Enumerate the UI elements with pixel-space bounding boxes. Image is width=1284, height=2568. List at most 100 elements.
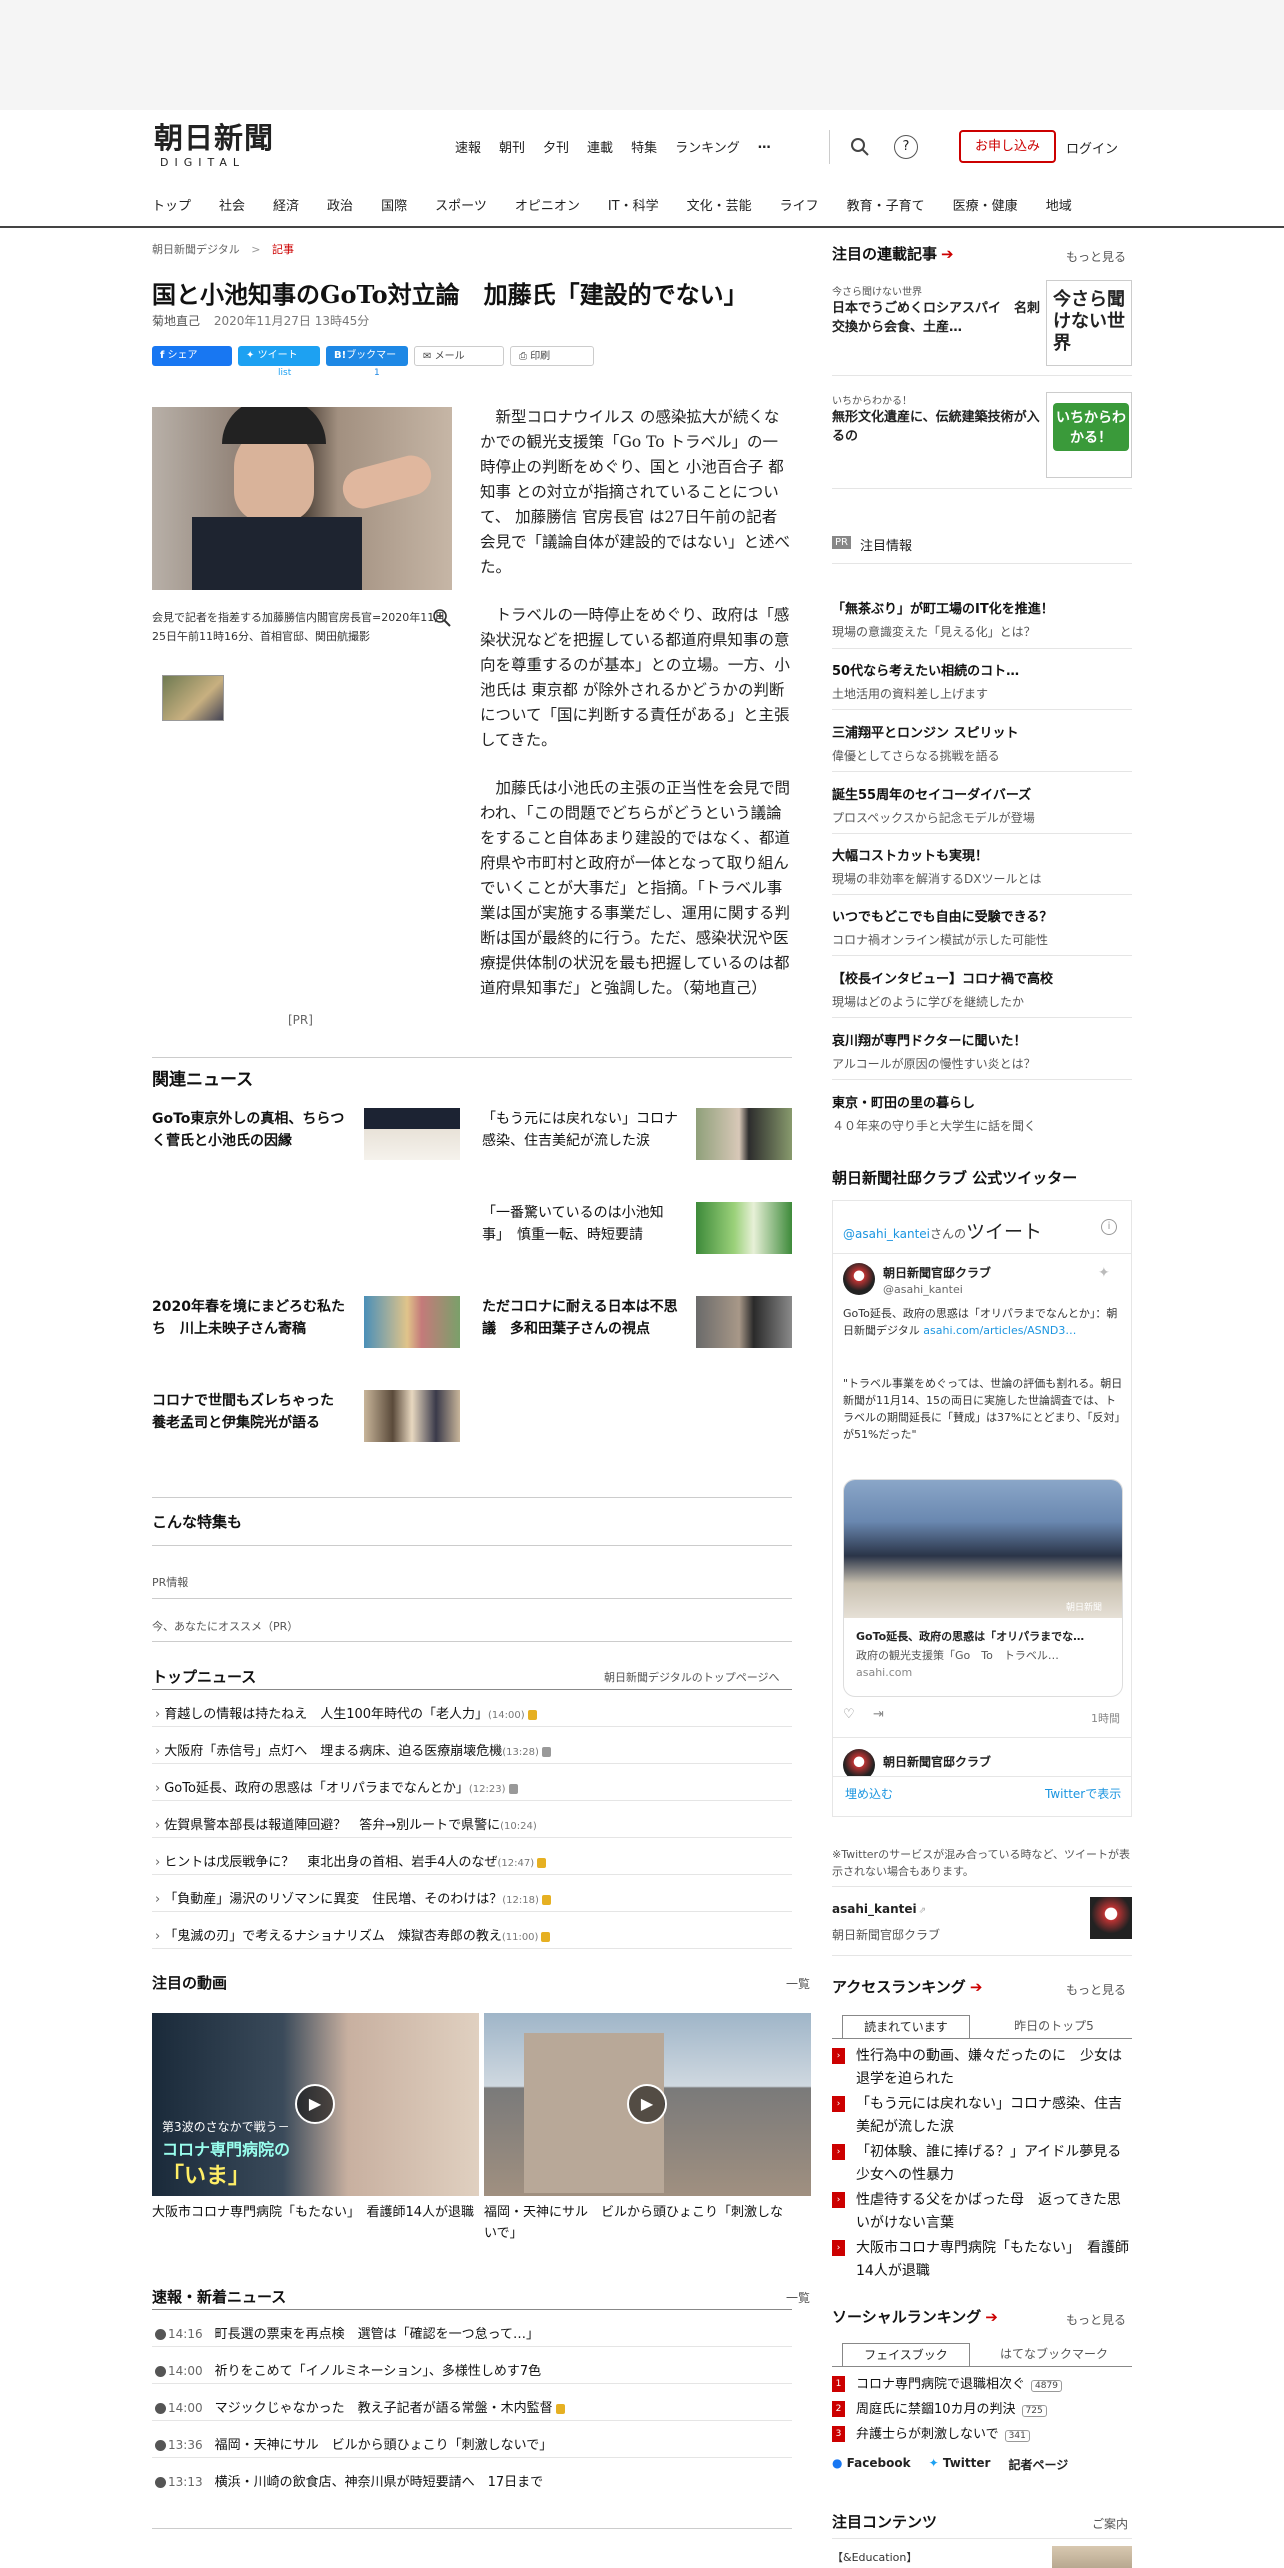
cat-education[interactable]: 教育・子育て bbox=[847, 195, 925, 214]
topnews-item[interactable]: › 育越しの情報は持たねえ 人生100年時代の「老人力」(14:00) bbox=[155, 1703, 537, 1722]
more-icon[interactable]: … bbox=[758, 137, 771, 156]
ranking-item[interactable]: › 「初体験、誰に捧げる？」アイドル夢見る少女への性暴力 bbox=[832, 2141, 1132, 2187]
tweet-card[interactable]: 朝日新聞 GoTo延長、政府の思惑は「オリパラまでな… 政府の観光支援策「Go … bbox=[843, 1479, 1123, 1697]
news-item[interactable]: 14:00 マジックじゃなかった 教え子記者が語る常盤・木内監督 bbox=[155, 2397, 565, 2416]
related-link[interactable]: 「もう元には戻れない」コロナ感染、住吉美紀が流した涙 bbox=[482, 1108, 682, 1152]
topnews-item[interactable]: › 佐賀県警本部長は報道陣回避？ 答弁→別ルートで県警に(10:24) bbox=[155, 1814, 537, 1833]
related-image[interactable] bbox=[364, 1108, 460, 1160]
topnews-item[interactable]: › 「負動産」湯沢のリゾマンに異変 住民増、そのわけは？(12:18) bbox=[155, 1888, 551, 1907]
avatar[interactable] bbox=[843, 1749, 875, 1776]
cat-sports[interactable]: スポーツ bbox=[435, 195, 487, 214]
related-link[interactable]: ただコロナに耐える日本は不思議 多和田葉子さんの視点 bbox=[482, 1296, 682, 1340]
timeline-handle[interactable]: @asahi_kantei bbox=[843, 1227, 930, 1241]
cat-economy[interactable]: 経済 bbox=[273, 195, 299, 214]
pr-item[interactable]: 「無茶ぶり」が町工場のIT化を推進！ 現場の意識変えた「見える化」とは？ bbox=[832, 598, 1132, 640]
tab-most-read[interactable]: 読まれています bbox=[842, 2015, 970, 2039]
cat-politics[interactable]: 政治 bbox=[327, 195, 353, 214]
help-icon[interactable]: ? bbox=[894, 135, 918, 159]
facebook-share-button[interactable]: f シェア bbox=[152, 346, 232, 366]
tab-facebook[interactable]: フェイスブック bbox=[842, 2343, 970, 2367]
pr-item[interactable]: 三浦翔平とロンジン スピリット 偉優としてさらなる挑戦を語る bbox=[832, 722, 1132, 764]
pr-item[interactable]: 【校長インタビュー】コロナ禍で高校 現場はどのように学びを継続したか bbox=[832, 968, 1132, 1010]
nav-evening[interactable]: 夕刊 bbox=[543, 137, 569, 156]
breaking-more-link[interactable]: 一覧 bbox=[786, 2289, 810, 2306]
tweet-author-name[interactable]: 朝日新聞官邸クラブ bbox=[883, 1753, 991, 1770]
news-item[interactable]: 13:13 横浜・川崎の飲食店、神奈川県が時短要請へ 17日まで bbox=[155, 2471, 543, 2490]
videos-more-link[interactable]: 一覧 bbox=[786, 1975, 810, 1992]
account-handle[interactable]: asahi_kantei ⇗ bbox=[832, 1902, 926, 1916]
cat-opinion[interactable]: オピニオン bbox=[515, 195, 580, 214]
related-image[interactable] bbox=[696, 1202, 792, 1254]
nav-feature[interactable]: 特集 bbox=[631, 137, 657, 156]
contents-guide-link[interactable]: ご案内 bbox=[1092, 2515, 1128, 2532]
nav-morning[interactable]: 朝刊 bbox=[499, 137, 525, 156]
twitter-timeline[interactable]: @asahi_kanteiさんのツイート i 朝日新聞官邸クラブ @asahi_… bbox=[832, 1200, 1132, 1777]
ranking-item[interactable]: › 大阪市コロナ専門病院「もたない」 看護師14人が退職 bbox=[832, 2237, 1132, 2283]
breadcrumb-current[interactable]: 記事 bbox=[272, 243, 294, 256]
info-icon[interactable]: i bbox=[1101, 1219, 1117, 1235]
news-item[interactable]: 14:00 祈りをこめて「イノルミネーション」、多様性しめす7色 bbox=[155, 2360, 541, 2379]
video-thumbnail[interactable]: ▶ bbox=[484, 2013, 811, 2196]
twitter-link[interactable]: ✦ Twitter bbox=[929, 2456, 991, 2473]
news-item[interactable]: 13:36 福岡・天神にサル ビルから頭ひょこり「刺激しないで」 bbox=[155, 2434, 552, 2453]
breadcrumb-home[interactable]: 朝日新聞デジタル bbox=[152, 243, 240, 256]
series-title[interactable]: 無形文化遺産に、伝統建築技術が入るの bbox=[832, 408, 1044, 446]
related-link[interactable]: 「一番驚いているのは小池知事」 慎重一転、時短要請 bbox=[482, 1202, 682, 1246]
topnews-item[interactable]: › GoTo延長、政府の思惑は「オリパラまでなんとか」(12:23) bbox=[155, 1777, 518, 1796]
tweet-author-handle[interactable]: @asahi_kantei bbox=[883, 1283, 963, 1296]
nav-breaking[interactable]: 速報 bbox=[455, 137, 481, 156]
series-badge[interactable]: 今さら聞けない世界 bbox=[1046, 280, 1132, 366]
pr-item[interactable]: 哀川翔が専門ドクターに聞いた！ アルコールが原因の慢性すい炎とは？ bbox=[832, 1030, 1132, 1072]
print-button[interactable]: ⎙ 印刷 bbox=[510, 346, 594, 366]
video-caption[interactable]: 福岡・天神にサル ビルから頭ひょこり「刺激しないで」 bbox=[484, 2202, 794, 2244]
tweet-count[interactable]: list bbox=[278, 368, 291, 378]
pr-item[interactable]: 50代なら考えたい相続のコト… 土地活用の資料差し上げます bbox=[832, 660, 1132, 702]
nav-series[interactable]: 連載 bbox=[587, 137, 613, 156]
pr-item[interactable]: 大幅コストカットも実現！ 現場の非効率を解消するDXツールとは bbox=[832, 845, 1132, 887]
related-link[interactable]: GoTo東京外しの真相、ちらつく菅氏と小池氏の因縁 bbox=[152, 1108, 352, 1152]
tweet-link[interactable]: asahi.com/articles/ASND3 bbox=[923, 1324, 1065, 1337]
cat-health[interactable]: 医療・健康 bbox=[953, 195, 1018, 214]
ranking-item[interactable]: › 性虐待する父をかばった母 返ってきた思いがけない言葉 bbox=[832, 2189, 1132, 2235]
like-icon[interactable]: ♡ bbox=[843, 1707, 855, 1722]
topnews-link[interactable]: 朝日新聞デジタルのトップページへ bbox=[604, 1669, 780, 1685]
account-avatar[interactable] bbox=[1090, 1897, 1132, 1939]
related-image[interactable] bbox=[696, 1296, 792, 1348]
ranking-item[interactable]: › 性行為中の動画、嫌々だったのに 少女は退学を迫られた bbox=[832, 2045, 1132, 2091]
tweet-author-name[interactable]: 朝日新聞官邸クラブ bbox=[883, 1264, 991, 1281]
pr-item[interactable]: 誕生55周年のセイコーダイバーズ プロスペックスから記念モデルが登場 bbox=[832, 784, 1132, 826]
pr-item[interactable]: いつでもどこでも自由に受験できる？ コロナ禍オンライン模試が示した可能性 bbox=[832, 906, 1132, 948]
contents-item[interactable]: 【&Education】 bbox=[832, 2549, 917, 2565]
related-image[interactable] bbox=[696, 1108, 792, 1160]
related-link[interactable]: コロナで世間もズレちゃった 養老孟司と伊集院光が語る bbox=[152, 1390, 352, 1434]
social-item[interactable]: 2 周庭氏に禁錮10カ月の判決 725 bbox=[832, 2398, 1132, 2423]
cat-international[interactable]: 国際 bbox=[381, 195, 407, 214]
cat-life[interactable]: ライフ bbox=[780, 195, 819, 214]
article-photo[interactable] bbox=[152, 407, 452, 590]
access-more-link[interactable]: もっと見る bbox=[1066, 1981, 1126, 1998]
hatena-bookmark-button[interactable]: B!ブックマーク bbox=[326, 346, 408, 381]
news-item[interactable]: 14:16 町長選の票束を再点検 選管は「確認を一つ怠って…」 bbox=[155, 2323, 539, 2342]
nav-ranking[interactable]: ランキング bbox=[675, 137, 740, 156]
video-thumbnail[interactable]: 第3波のさなかで戦う－ コロナ専門病院の 「いま」 ▶ bbox=[152, 2013, 479, 2196]
reporter-page-link[interactable]: 記者ページ bbox=[1008, 2456, 1068, 2473]
social-more-link[interactable]: もっと見る bbox=[1066, 2311, 1126, 2328]
video-caption[interactable]: 大阪市コロナ専門病院「もたない」 看護師14人が退職 bbox=[152, 2202, 479, 2223]
cat-region[interactable]: 地域 bbox=[1046, 195, 1072, 214]
series-more-link[interactable]: もっと見る bbox=[1066, 248, 1126, 265]
topnews-item[interactable]: › ヒントは戊辰戦争に？ 東北出身の首相、岩手4人のなぜ(12:47) bbox=[155, 1851, 547, 1870]
view-on-twitter-link[interactable]: Twitterで表示 bbox=[1045, 1785, 1121, 1802]
play-icon[interactable]: ▶ bbox=[295, 2084, 335, 2124]
zoom-icon[interactable] bbox=[432, 608, 452, 633]
topnews-item[interactable]: › 大阪府「赤信号」点灯へ 埋まる病床、迫る医療崩壊危機(13:28) bbox=[155, 1740, 551, 1759]
subscribe-button[interactable]: お申し込み bbox=[959, 130, 1056, 163]
tab-yesterday-top5[interactable]: 昨日のトップ5 bbox=[990, 2015, 1118, 2039]
tweet-time[interactable]: 1時間 bbox=[1091, 1710, 1120, 1726]
photo-thumbnail[interactable] bbox=[162, 675, 224, 721]
cat-top[interactable]: トップ bbox=[152, 195, 191, 214]
social-item[interactable]: 3 弁護士らが刺激しないで 341 bbox=[832, 2423, 1132, 2448]
hatena-count[interactable]: 1 bbox=[374, 368, 380, 378]
topnews-item[interactable]: › 「鬼滅の刃」で考えるナショナリズム 煉獄杏寿郎の教え(11:00) bbox=[155, 1925, 551, 1944]
search-icon[interactable] bbox=[850, 137, 870, 157]
tweet-button[interactable]: ✦ ツイート bbox=[238, 346, 320, 366]
